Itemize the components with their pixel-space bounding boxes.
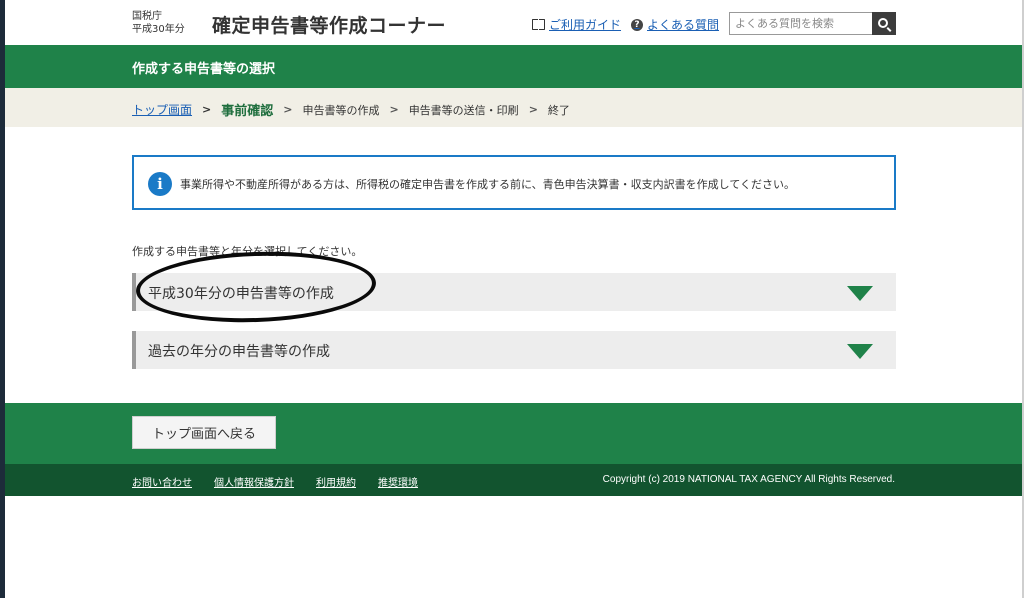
info-text: 事業所得や不動産所得がある方は、所得税の確定申告書を作成する前に、青色申告決算書… xyxy=(180,178,796,191)
step-separator-icon: > xyxy=(283,103,293,116)
instruction-text: 作成する申告書等と年分を選択してください。 xyxy=(132,245,363,258)
footer-actions: トップ画面へ戻る xyxy=(5,403,1022,464)
step-send-print: 申告書等の送信・印刷 xyxy=(408,103,519,117)
faq-search-input[interactable] xyxy=(729,12,873,35)
copyright: Copyright (c) 2019 NATIONAL TAX AGENCY A… xyxy=(602,474,895,485)
progress-steps: トップ画面 > 事前確認 > 申告書等の作成 > 申告書等の送信・印刷 > 終了 xyxy=(5,88,1022,127)
accordion-current-year[interactable]: 平成30年分の申告書等の作成 xyxy=(132,273,896,311)
tax-year: 平成30年分 xyxy=(132,24,185,35)
site-title: 確定申告書等作成コーナー xyxy=(212,15,447,37)
site-footer: お問い合わせ 個人情報保護方針 利用規約 推奨環境 Copyright (c) … xyxy=(5,464,1022,496)
guide-link-label: ご利用ガイド xyxy=(549,18,622,32)
footer-link-terms[interactable]: 利用規約 xyxy=(316,474,356,489)
step-separator-icon: > xyxy=(389,103,399,116)
search-icon xyxy=(878,17,888,28)
guide-link[interactable]: ご利用ガイド xyxy=(532,16,621,33)
step-separator-icon: > xyxy=(528,103,538,116)
triangle-down-icon xyxy=(847,344,873,359)
step-separator-icon: > xyxy=(202,103,212,116)
step-top-link[interactable]: トップ画面 xyxy=(132,101,192,118)
accordion-label: 平成30年分の申告書等の作成 xyxy=(148,286,334,302)
step-create: 申告書等の作成 xyxy=(302,103,380,117)
footer-links: お問い合わせ 個人情報保護方針 利用規約 推奨環境 xyxy=(132,474,418,489)
search-button[interactable] xyxy=(872,12,896,35)
info-icon: i xyxy=(148,172,172,196)
page-title: 作成する申告書等の選択 xyxy=(132,62,276,77)
page-title-bar: 作成する申告書等の選択 xyxy=(5,45,1022,88)
back-to-top-button[interactable]: トップ画面へ戻る xyxy=(132,416,276,449)
footer-link-environment[interactable]: 推奨環境 xyxy=(378,474,418,489)
footer-link-contact[interactable]: お問い合わせ xyxy=(132,474,192,489)
question-icon: ? xyxy=(631,18,643,31)
accordion-label: 過去の年分の申告書等の作成 xyxy=(148,344,330,360)
footer-link-privacy[interactable]: 個人情報保護方針 xyxy=(214,474,294,489)
agency-name: 国税庁 xyxy=(132,11,162,22)
book-icon xyxy=(532,19,545,30)
faq-link-label: よくある質問 xyxy=(647,18,720,32)
step-current: 事前確認 xyxy=(221,104,274,119)
step-finish: 終了 xyxy=(547,103,570,117)
info-notice: i 事業所得や不動産所得がある方は、所得税の確定申告書を作成する前に、青色申告決… xyxy=(132,155,896,210)
accordion-past-years[interactable]: 過去の年分の申告書等の作成 xyxy=(132,331,896,369)
faq-link[interactable]: ? よくある質問 xyxy=(631,16,719,33)
agency-label: 国税庁 平成30年分 xyxy=(132,10,185,36)
triangle-down-icon xyxy=(847,286,873,301)
site-header: 国税庁 平成30年分 確定申告書等作成コーナー ご利用ガイド ? よくある質問 xyxy=(5,0,1022,45)
